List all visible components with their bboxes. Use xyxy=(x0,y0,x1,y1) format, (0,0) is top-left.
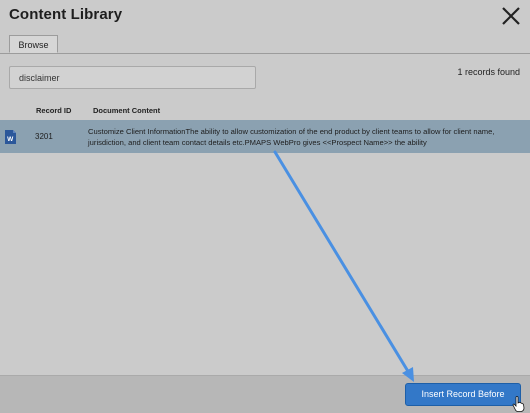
records-count: 1 records found xyxy=(457,67,520,77)
dialog-title: Content Library xyxy=(9,6,123,23)
column-header-record-id: Record ID xyxy=(36,106,72,115)
annotation-arrow xyxy=(273,150,414,382)
insert-record-before-button[interactable]: Insert Record Before xyxy=(405,383,521,406)
column-header-document-content: Document Content xyxy=(93,106,161,115)
content-library-dialog: Content Library Browse 1 records found R… xyxy=(0,0,530,413)
table-header: Record ID Document Content xyxy=(0,104,530,118)
tab-browse[interactable]: Browse xyxy=(9,35,58,53)
tab-bar: Browse xyxy=(0,35,530,54)
hand-cursor-icon xyxy=(512,396,525,412)
word-document-icon: W xyxy=(5,130,16,144)
word-icon-letter: W xyxy=(7,136,14,143)
table-row[interactable]: W 3201 Customize Client InformationThe a… xyxy=(0,120,530,153)
close-icon[interactable] xyxy=(499,4,523,28)
document-content-cell: Customize Client InformationThe ability … xyxy=(88,127,495,147)
record-id-cell: 3201 xyxy=(35,132,53,141)
search-input[interactable] xyxy=(9,66,256,89)
